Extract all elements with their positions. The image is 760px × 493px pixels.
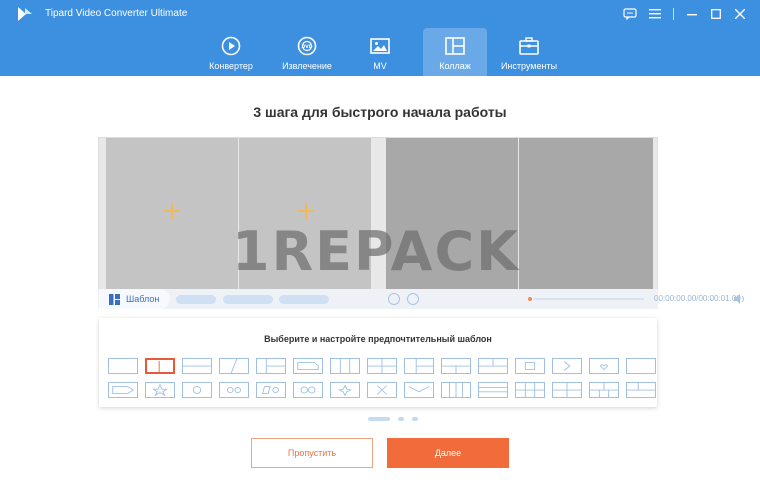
watermark: 1REPACK <box>232 220 520 283</box>
tab-mv[interactable]: MV <box>350 28 410 76</box>
menu-icon[interactable] <box>647 6 663 22</box>
feedback-icon[interactable] <box>622 6 638 22</box>
template-option[interactable] <box>404 382 434 398</box>
template-tab[interactable]: Шаблон <box>99 289 170 309</box>
title-bar: Tipard Video Converter Ultimate <box>0 0 760 28</box>
template-option[interactable] <box>293 358 323 374</box>
titlebar-divider <box>673 8 674 20</box>
template-option[interactable] <box>108 382 138 398</box>
next-button[interactable]: Далее <box>387 438 509 468</box>
template-option[interactable] <box>478 382 508 398</box>
template-option[interactable] <box>219 382 249 398</box>
template-option[interactable] <box>330 382 360 398</box>
template-option[interactable] <box>589 358 619 374</box>
page-title: 3 шага для быстрого начала работы <box>253 104 507 120</box>
template-option[interactable] <box>552 382 582 398</box>
template-option[interactable] <box>256 382 286 398</box>
add-media-icon[interactable] <box>164 203 180 219</box>
app-title: Tipard Video Converter Ultimate <box>45 8 188 19</box>
pager-dot-3[interactable] <box>412 417 418 421</box>
tab-dvd-rip[interactable]: DVD Извлечение <box>275 28 339 76</box>
template-option[interactable] <box>145 358 175 374</box>
play-button[interactable] <box>388 293 400 305</box>
collage-icon <box>445 37 465 55</box>
tab-mv-label: MV <box>373 61 387 71</box>
template-panel-title: Выберите и настройте предпочтительный ша… <box>264 334 492 344</box>
progress-track[interactable] <box>534 298 644 300</box>
preview-controls: Шаблон 00:00:00.00/00:00:01.00 <box>98 289 744 309</box>
collage-cell-4[interactable] <box>519 138 653 289</box>
template-option[interactable] <box>626 382 656 398</box>
template-option[interactable] <box>367 382 397 398</box>
template-option[interactable] <box>219 358 249 374</box>
stop-button[interactable] <box>407 293 419 305</box>
svg-text:DVD: DVD <box>302 44 313 50</box>
skip-button[interactable]: Пропустить <box>251 438 373 468</box>
template-option[interactable] <box>182 382 212 398</box>
pager-dot-2[interactable] <box>398 417 404 421</box>
playhead[interactable] <box>528 297 532 301</box>
template-panel: Выберите и настройте предпочтительный ша… <box>99 318 657 407</box>
pager-dot-1[interactable] <box>368 417 390 421</box>
template-option[interactable] <box>626 358 656 374</box>
tab-collage-label: Коллаж <box>439 61 471 71</box>
add-media-icon[interactable] <box>298 203 314 219</box>
template-tab-label: Шаблон <box>126 294 160 304</box>
tab-toolbox-label: Инструменты <box>500 61 558 71</box>
template-option[interactable] <box>441 358 471 374</box>
app-header: Tipard Video Converter Ultimate Конверте… <box>0 0 760 76</box>
template-option[interactable] <box>441 382 471 398</box>
template-option[interactable] <box>515 382 545 398</box>
template-option[interactable] <box>552 358 582 374</box>
app-logo-icon <box>18 7 32 21</box>
collage-cell-1[interactable] <box>106 138 238 289</box>
tab-collage[interactable]: Коллаж <box>423 28 487 76</box>
template-option[interactable] <box>404 358 434 374</box>
audio-tab-placeholder[interactable] <box>223 295 273 304</box>
filter-tab-placeholder[interactable] <box>176 295 216 304</box>
tab-converter[interactable]: Конвертер <box>199 28 263 76</box>
volume-icon[interactable] <box>734 294 746 304</box>
maximize-icon[interactable] <box>708 6 724 22</box>
mv-image-icon <box>370 38 390 54</box>
template-option[interactable] <box>478 358 508 374</box>
toolbox-icon <box>519 37 539 55</box>
template-option[interactable] <box>108 358 138 374</box>
template-option[interactable] <box>367 358 397 374</box>
export-tab-placeholder[interactable] <box>279 295 329 304</box>
tab-dvd-rip-label: Извлечение <box>282 61 332 71</box>
dvd-rip-icon: DVD <box>297 36 317 56</box>
main-nav: Конвертер DVD Извлечение MV Коллаж Инстр… <box>0 28 760 76</box>
template-option[interactable] <box>515 358 545 374</box>
template-option[interactable] <box>330 358 360 374</box>
minimize-icon[interactable] <box>684 6 700 22</box>
converter-icon <box>221 36 241 56</box>
template-option[interactable] <box>293 382 323 398</box>
time-readout: 00:00:00.00/00:00:01.00 <box>654 294 741 303</box>
tab-toolbox[interactable]: Инструменты <box>497 28 561 76</box>
tab-converter-label: Конвертер <box>209 61 253 71</box>
template-grid-icon <box>109 293 120 305</box>
template-option[interactable] <box>182 358 212 374</box>
template-option[interactable] <box>256 358 286 374</box>
template-option[interactable] <box>145 382 175 398</box>
template-option[interactable] <box>589 382 619 398</box>
close-icon[interactable] <box>732 6 748 22</box>
